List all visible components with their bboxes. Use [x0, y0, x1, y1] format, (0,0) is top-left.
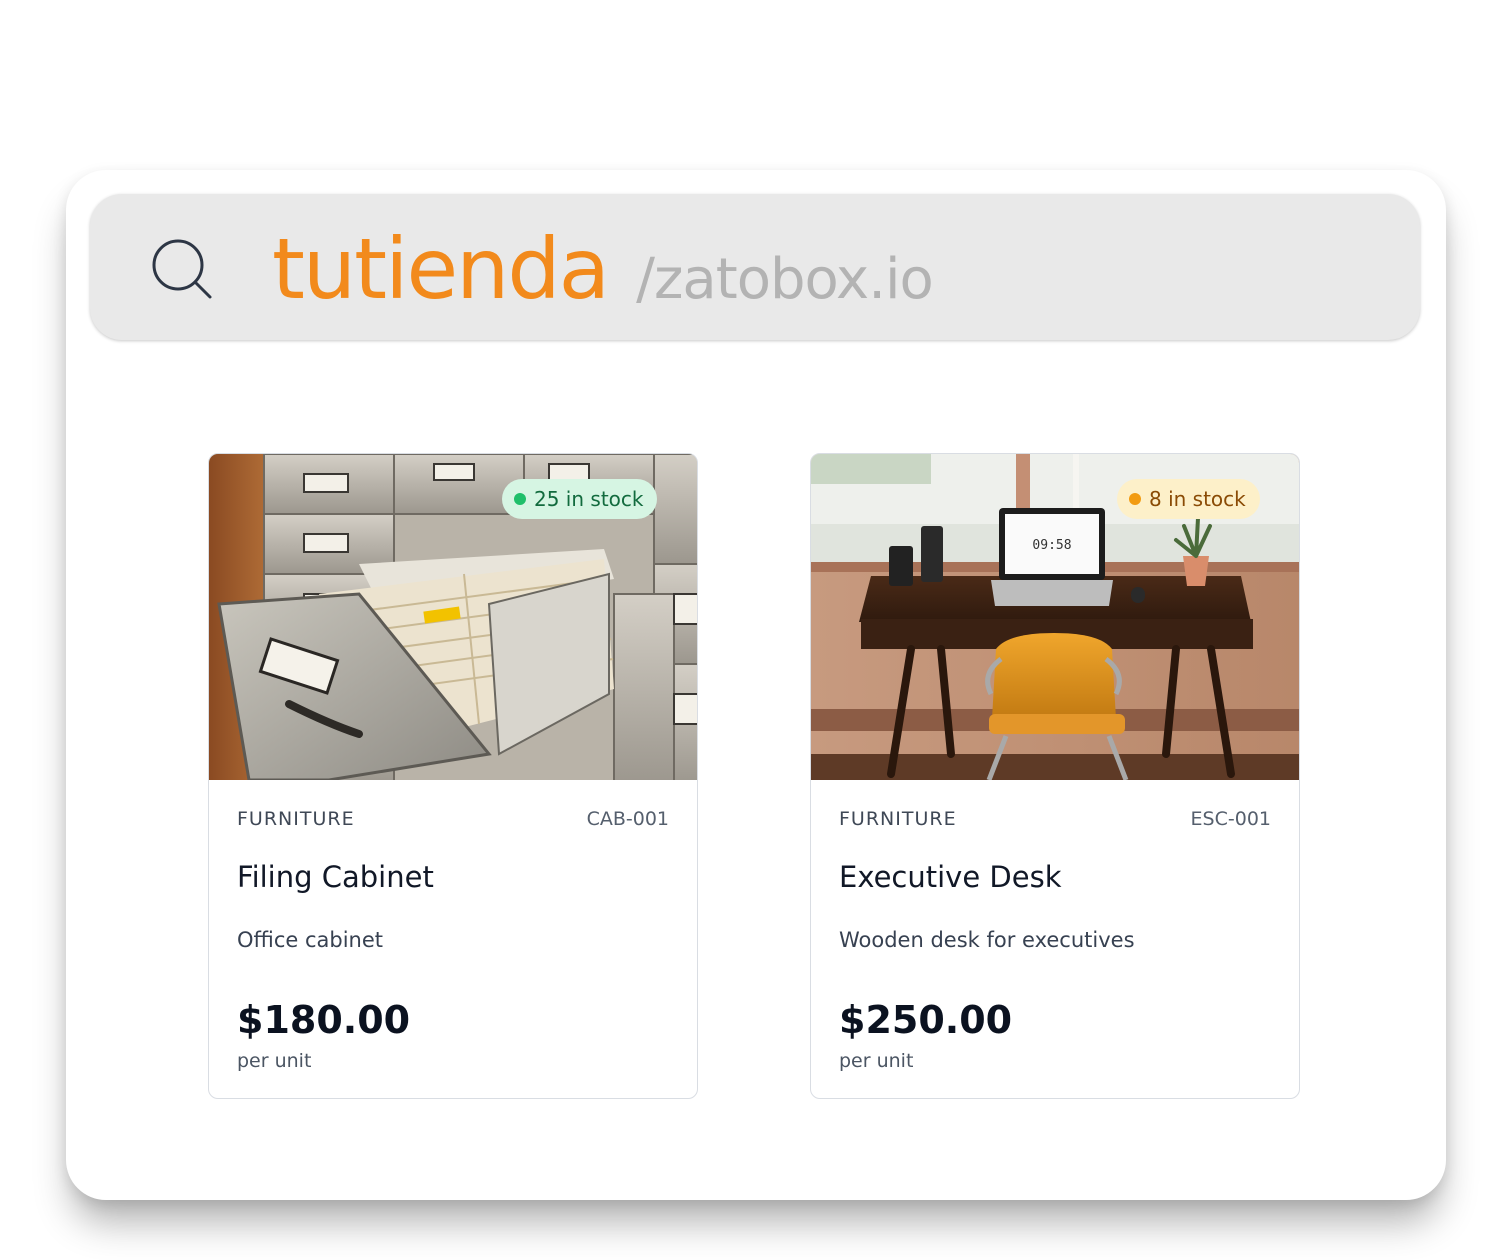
search-icon[interactable]: [148, 236, 214, 302]
product-info: FURNITURE ESC-001 Executive Desk Wooden …: [839, 780, 1271, 1098]
laptop-clock: 09:58: [1032, 538, 1071, 553]
stock-badge: 8 in stock: [1117, 479, 1260, 519]
product-price: $180.00: [237, 998, 411, 1042]
product-card[interactable]: 09:58 8 in stock FURNITURE ESC-001 Execu…: [810, 453, 1300, 1099]
product-info: FURNITURE CAB-001 Filing Cabinet Office …: [237, 780, 669, 1098]
executive-desk-photo: 09:58 8 in stock: [811, 454, 1299, 780]
url-text[interactable]: tutienda /zatobox.io: [272, 214, 934, 324]
stock-status-dot: [1129, 493, 1141, 505]
stock-label: 25 in stock: [534, 487, 644, 511]
stock-badge: 25 in stock: [502, 479, 658, 519]
product-description: Wooden desk for executives: [839, 928, 1135, 952]
price-unit: per unit: [237, 1050, 312, 1072]
product-sku: ESC-001: [1190, 808, 1271, 830]
address-bar[interactable]: tutienda /zatobox.io: [90, 194, 1420, 340]
product-category: FURNITURE: [237, 808, 355, 830]
product-sku: CAB-001: [586, 808, 669, 830]
product-name[interactable]: Executive Desk: [839, 860, 1061, 894]
product-card[interactable]: 25 in stock FURNITURE CAB-001 Filing Cab…: [208, 453, 698, 1099]
product-meta: FURNITURE ESC-001: [839, 808, 1271, 830]
price-unit: per unit: [839, 1050, 914, 1072]
product-price: $250.00: [839, 998, 1013, 1042]
store-name: tutienda: [272, 220, 610, 318]
stock-label: 8 in stock: [1149, 487, 1246, 511]
browser-frame: tutienda /zatobox.io 25 in stock FURNITU…: [66, 170, 1446, 1200]
filing-cabinet-photo: 25 in stock: [209, 454, 697, 780]
product-meta: FURNITURE CAB-001: [237, 808, 669, 830]
product-name[interactable]: Filing Cabinet: [237, 860, 434, 894]
stock-status-dot: [514, 493, 526, 505]
product-description: Office cabinet: [237, 928, 384, 952]
store-domain: /zatobox.io: [636, 247, 934, 312]
product-category: FURNITURE: [839, 808, 957, 830]
